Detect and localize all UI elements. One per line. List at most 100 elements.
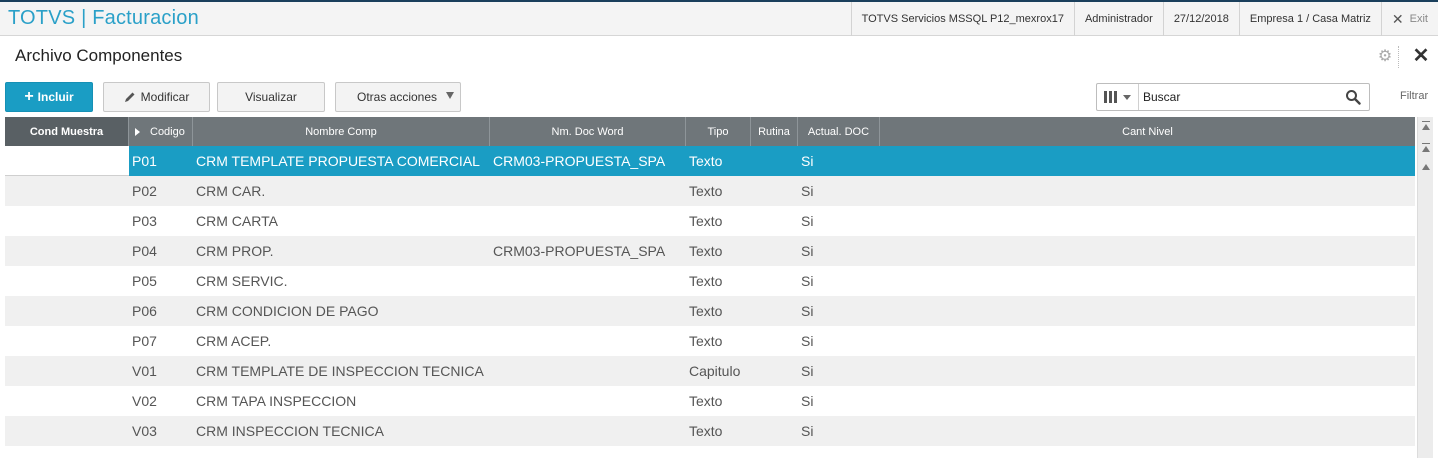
table-row[interactable]: V03 CRM INSPECCION TECNICA Texto Si	[5, 416, 1415, 446]
cell-actual: Si	[801, 183, 814, 199]
cell-codigo: V03	[132, 423, 157, 439]
close-page-button[interactable]: ✕	[1410, 45, 1432, 67]
close-icon: ✕	[1391, 10, 1404, 27]
table-row[interactable]: P05 CRM SERVIC. Texto Si	[5, 266, 1415, 296]
scroll-top-button[interactable]	[1420, 121, 1432, 133]
scroll-page-up-button[interactable]	[1420, 143, 1432, 155]
cell-nivel	[880, 146, 1415, 176]
column-header-tipo[interactable]: Tipo	[686, 117, 751, 146]
cell-doc	[490, 326, 686, 356]
cell-nombre: CRM TEMPLATE DE INSPECCION TECNICA	[196, 363, 484, 379]
cell-codigo: P07	[132, 333, 157, 349]
user-info: Administrador	[1073, 2, 1163, 36]
top-bar: TOTVS | Facturacion TOTVS Servicios MSSQ…	[0, 0, 1438, 36]
cell-cond	[5, 326, 129, 356]
visualizar-label: Visualizar	[245, 90, 297, 104]
table-row[interactable]: P07 CRM ACEP. Texto Si	[5, 326, 1415, 356]
exit-button[interactable]: ✕ Exit	[1380, 2, 1438, 36]
arrow-up-icon	[1422, 146, 1430, 152]
cell-cond	[5, 266, 129, 296]
visualizar-button[interactable]: Visualizar	[217, 82, 325, 112]
cell-actual: Si	[801, 333, 814, 349]
cell-cond	[5, 386, 129, 416]
row-pointer-icon	[135, 127, 140, 136]
cell-nombre: CRM INSPECCION TECNICA	[196, 423, 384, 439]
table-row[interactable]: P02 CRM CAR. Texto Si	[5, 176, 1415, 206]
cell-actual: Si	[801, 153, 814, 169]
cell-codigo: P02	[132, 183, 157, 199]
cell-actual: Si	[801, 273, 814, 289]
cell-doc	[490, 206, 686, 236]
cell-tipo: Texto	[689, 273, 723, 289]
column-header-rutina[interactable]: Rutina	[751, 117, 798, 146]
grid-body: P01 CRM TEMPLATE PROPUESTA COMERCIAL CRM03…	[5, 146, 1415, 446]
cell-codigo: P05	[132, 273, 157, 289]
cell-nombre: CRM CAR.	[196, 183, 266, 199]
cell-cond	[5, 416, 129, 446]
cell-rutina	[751, 356, 798, 386]
exit-label: Exit	[1409, 13, 1428, 25]
page-title: Archivo Componentes	[15, 46, 183, 65]
column-header-nm-doc-word[interactable]: Nm. Doc Word	[490, 117, 686, 146]
vertical-scrollbar[interactable]	[1417, 117, 1433, 458]
filtrar-link[interactable]: Filtrar	[1400, 90, 1428, 102]
cell-tipo: Texto	[689, 333, 723, 349]
search-input[interactable]	[1143, 88, 1333, 106]
table-row[interactable]: V02 CRM TAPA INSPECCION Texto Si	[5, 386, 1415, 416]
column-header-codigo-label: Codigo	[150, 125, 185, 138]
date-info: 27/12/2018	[1162, 2, 1239, 36]
cell-rutina	[751, 416, 798, 446]
scroll-up-button[interactable]	[1420, 161, 1432, 173]
cell-rutina	[751, 236, 798, 266]
column-header-cond-muestra[interactable]: Cond Muestra	[5, 117, 129, 146]
cell-cond	[5, 206, 129, 236]
arrow-up-icon	[1422, 124, 1430, 130]
table-row[interactable]: P03 CRM CARTA Texto Si	[5, 206, 1415, 236]
search-box	[1096, 83, 1370, 111]
cell-nivel	[880, 416, 1415, 446]
chevron-down-icon	[446, 92, 454, 99]
modificar-button[interactable]: Modificar	[103, 82, 210, 112]
column-header-codigo[interactable]: Codigo	[129, 117, 193, 146]
column-header-cant-nivel[interactable]: Cant Nivel	[880, 117, 1415, 146]
modificar-label: Modificar	[140, 90, 190, 104]
cell-tipo: Texto	[689, 183, 723, 199]
divider	[1398, 46, 1399, 68]
cell-actual: Si	[801, 393, 814, 409]
cell-rutina	[751, 206, 798, 236]
cell-doc	[490, 356, 686, 386]
otras-acciones-button[interactable]: Otras acciones	[335, 82, 461, 112]
cell-cond	[5, 176, 129, 206]
column-header-nombre-comp[interactable]: Nombre Comp	[193, 117, 490, 146]
cell-nombre: CRM TAPA INSPECCION	[196, 393, 357, 409]
table-row[interactable]: P04 CRM PROP. CRM03-PROPUESTA_SPA Texto Si	[5, 236, 1415, 266]
company-info[interactable]: Empresa 1 / Casa Matriz	[1238, 2, 1381, 36]
cell-nivel	[880, 356, 1415, 386]
cell-rutina	[751, 146, 798, 176]
cell-nivel	[880, 326, 1415, 356]
cell-codigo: P06	[132, 303, 157, 319]
cell-rutina	[751, 266, 798, 296]
cell-tipo: Capitulo	[689, 363, 741, 379]
cell-rutina	[751, 296, 798, 326]
gear-icon[interactable]: ⚙	[1376, 48, 1394, 66]
cell-tipo: Texto	[689, 243, 723, 259]
table-row[interactable]: P06 CRM CONDICION DE PAGO Texto Si	[5, 296, 1415, 326]
table-row[interactable]: V01 CRM TEMPLATE DE INSPECCION TECNICA Cap…	[5, 356, 1415, 386]
cell-doc	[490, 176, 686, 206]
session-info: TOTVS Servicios MSSQL P12_mexrox17 Admin…	[850, 2, 1438, 36]
data-grid: Cond Muestra Codigo Nombre Comp Nm. Doc …	[5, 117, 1415, 458]
table-row[interactable]: P01 CRM TEMPLATE PROPUESTA COMERCIAL CRM03…	[5, 146, 1415, 176]
cell-nivel	[880, 386, 1415, 416]
cell-doc	[490, 386, 686, 416]
incluir-button[interactable]: + Incluir	[5, 82, 93, 112]
column-picker-button[interactable]	[1097, 84, 1139, 110]
cell-codigo: P01	[132, 153, 157, 169]
app-title: TOTVS | Facturacion	[8, 7, 199, 29]
cell-cond	[5, 356, 129, 386]
cell-actual: Si	[801, 423, 814, 439]
server-info: TOTVS Servicios MSSQL P12_mexrox17	[850, 2, 1074, 36]
search-icon[interactable]	[1345, 89, 1361, 105]
cell-tipo: Texto	[689, 153, 723, 169]
column-header-actual-doc[interactable]: Actual. DOC	[798, 117, 880, 146]
